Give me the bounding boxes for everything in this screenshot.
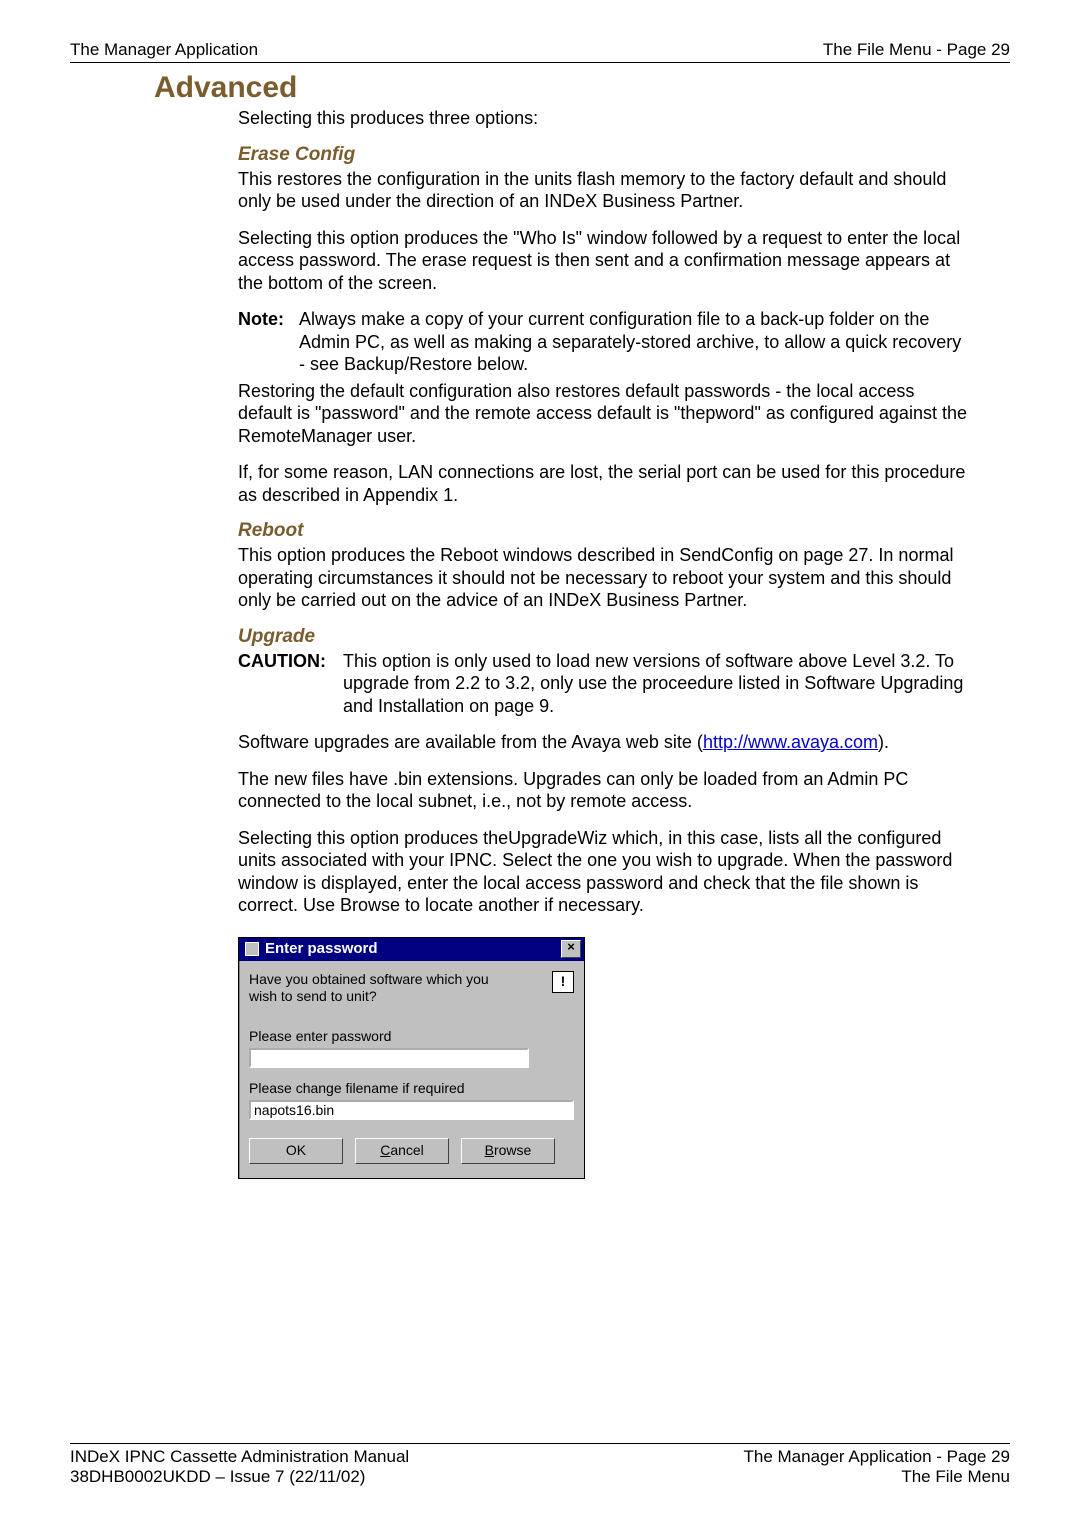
page-footer: INDeX IPNC Cassette Administration Manua…: [70, 1443, 1010, 1487]
filename-input[interactable]: [249, 1100, 574, 1120]
dialog-prompt: Have you obtained software which you wis…: [249, 971, 519, 1006]
dialog-body: Have you obtained software which you wis…: [239, 961, 584, 1178]
dialog-title: Enter password: [265, 940, 378, 957]
upgrade-p2: The new files have .bin extensions. Upgr…: [238, 768, 970, 813]
erase-p4: If, for some reason, LAN connections are…: [238, 461, 970, 506]
upgrade-p1-pre: Software upgrades are available from the…: [238, 732, 703, 752]
footer-l2: 38DHB0002UKDD – Issue 7 (22/11/02): [70, 1467, 365, 1487]
password-input[interactable]: [249, 1048, 529, 1068]
page-header: The Manager Application The File Menu - …: [70, 40, 1010, 63]
filename-label: Please change filename if required: [249, 1080, 574, 1096]
password-label: Please enter password: [249, 1028, 574, 1044]
avaya-link[interactable]: http://www.avaya.com: [703, 732, 878, 752]
section-title: Advanced: [154, 71, 1010, 105]
reboot-heading: Reboot: [238, 520, 1010, 542]
close-button[interactable]: ×: [561, 940, 581, 958]
cancel-button[interactable]: Cancel: [355, 1138, 449, 1164]
browse-button[interactable]: Browse: [461, 1138, 555, 1164]
enter-password-dialog: Enter password × Have you obtained softw…: [238, 937, 585, 1179]
erase-p2: Selecting this option produces the "Who …: [238, 227, 970, 295]
header-left: The Manager Application: [70, 40, 258, 60]
dialog-titlebar[interactable]: Enter password ×: [239, 938, 584, 961]
intro-text: Selecting this produces three options:: [238, 107, 970, 130]
warning-icon: !: [552, 971, 574, 993]
upgrade-caution: CAUTION: This option is only used to loa…: [238, 650, 970, 718]
note-label: Note:: [238, 308, 294, 331]
page: The Manager Application The File Menu - …: [0, 0, 1080, 1527]
caution-label: CAUTION:: [238, 650, 338, 673]
erase-config-heading: Erase Config: [238, 144, 1010, 166]
ok-button[interactable]: OK: [249, 1138, 343, 1164]
upgrade-heading: Upgrade: [238, 626, 1010, 648]
erase-note: Note: Always make a copy of your current…: [238, 308, 970, 376]
upgrade-p1-post: ).: [878, 732, 889, 752]
upgrade-p1: Software upgrades are available from the…: [238, 731, 970, 754]
footer-r2: The File Menu: [901, 1467, 1010, 1487]
header-right: The File Menu - Page 29: [823, 40, 1010, 60]
footer-l1: INDeX IPNC Cassette Administration Manua…: [70, 1447, 409, 1467]
dialog-app-icon: [245, 942, 259, 956]
footer-r1: The Manager Application - Page 29: [743, 1447, 1010, 1467]
upgrade-p3: Selecting this option produces theUpgrad…: [238, 827, 970, 917]
reboot-p1: This option produces the Reboot windows …: [238, 544, 970, 612]
erase-p3: Restoring the default configuration also…: [238, 380, 970, 448]
erase-p1: This restores the configuration in the u…: [238, 168, 970, 213]
caution-body: This option is only used to load new ver…: [343, 650, 969, 718]
note-body: Always make a copy of your current confi…: [299, 308, 969, 376]
